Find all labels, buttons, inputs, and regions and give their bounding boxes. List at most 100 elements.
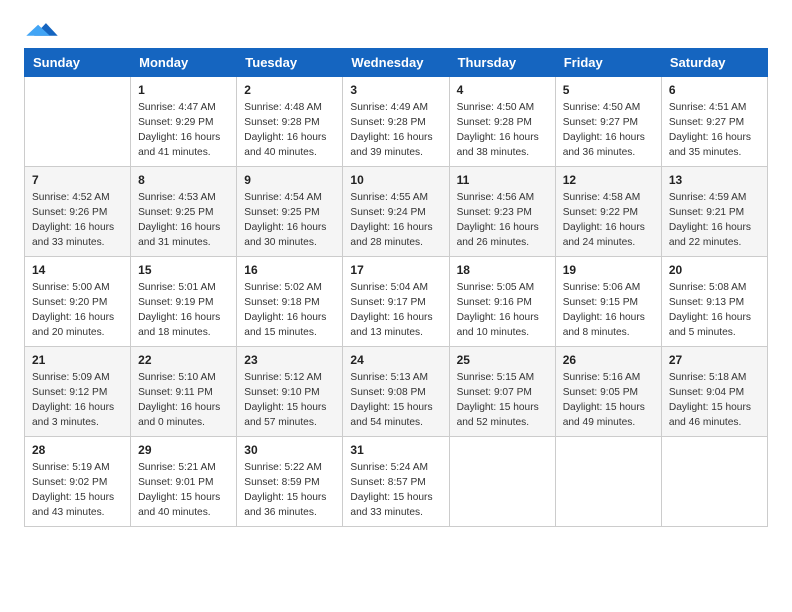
day-cell <box>555 437 661 527</box>
day-cell: 23Sunrise: 5:12 AMSunset: 9:10 PMDayligh… <box>237 347 343 437</box>
day-info: Sunrise: 4:50 AM <box>457 101 548 116</box>
day-info: Sunset: 9:04 PM <box>669 386 760 401</box>
day-info: Sunrise: 4:48 AM <box>244 101 335 116</box>
day-cell: 10Sunrise: 4:55 AMSunset: 9:24 PMDayligh… <box>343 167 449 257</box>
day-number: 3 <box>350 82 441 99</box>
day-info: and 24 minutes. <box>563 236 654 251</box>
day-info: Sunrise: 4:54 AM <box>244 191 335 206</box>
day-header-wednesday: Wednesday <box>343 49 449 77</box>
day-cell: 9 Sunrise: 4:54 AMSunset: 9:25 PMDaylight… <box>237 167 343 257</box>
day-cell: 27Sunrise: 5:18 AMSunset: 9:04 PMDayligh… <box>661 347 767 437</box>
day-info: and 15 minutes. <box>244 326 335 341</box>
day-info: Sunrise: 5:22 AM <box>244 461 335 476</box>
day-cell: 28Sunrise: 5:19 AMSunset: 9:02 PMDayligh… <box>25 437 131 527</box>
day-info: Daylight: 16 hours <box>563 221 654 236</box>
day-info: Daylight: 15 hours <box>32 491 123 506</box>
day-cell: 5Sunrise: 4:50 AMSunset: 9:27 PMDaylight… <box>555 77 661 167</box>
day-cell: 2Sunrise: 4:48 AMSunset: 9:28 PMDaylight… <box>237 77 343 167</box>
day-info: Daylight: 16 hours <box>669 221 760 236</box>
day-info: Sunset: 8:57 PM <box>350 476 441 491</box>
day-cell: 21Sunrise: 5:09 AMSunset: 9:12 PMDayligh… <box>25 347 131 437</box>
day-info: Sunset: 9:23 PM <box>457 206 548 221</box>
day-cell: 8Sunrise: 4:53 AMSunset: 9:25 PMDaylight… <box>131 167 237 257</box>
day-cell: 22Sunrise: 5:10 AMSunset: 9:11 PMDayligh… <box>131 347 237 437</box>
day-info: Sunrise: 5:21 AM <box>138 461 229 476</box>
day-info: and 39 minutes. <box>350 146 441 161</box>
day-info: and 28 minutes. <box>350 236 441 251</box>
day-info: Sunrise: 5:10 AM <box>138 371 229 386</box>
day-cell: 24Sunrise: 5:13 AMSunset: 9:08 PMDayligh… <box>343 347 449 437</box>
day-info: and 40 minutes. <box>244 146 335 161</box>
day-info: Sunset: 9:25 PM <box>244 206 335 221</box>
day-cell: 13 Sunrise: 4:59 AMSunset: 9:21 PMDayligh… <box>661 167 767 257</box>
day-info: and 0 minutes. <box>138 416 229 431</box>
day-info: Sunrise: 5:13 AM <box>350 371 441 386</box>
day-cell <box>25 77 131 167</box>
day-info: Daylight: 15 hours <box>457 401 548 416</box>
day-info: and 8 minutes. <box>563 326 654 341</box>
day-info: Sunrise: 5:02 AM <box>244 281 335 296</box>
day-cell: 4Sunrise: 4:50 AMSunset: 9:28 PMDaylight… <box>449 77 555 167</box>
day-info: and 18 minutes. <box>138 326 229 341</box>
day-info: Sunrise: 5:00 AM <box>32 281 123 296</box>
day-info: Sunrise: 5:12 AM <box>244 371 335 386</box>
day-header-saturday: Saturday <box>661 49 767 77</box>
day-info: Daylight: 16 hours <box>457 311 548 326</box>
day-info: Daylight: 16 hours <box>138 221 229 236</box>
week-row-2: 7Sunrise: 4:52 AMSunset: 9:26 PMDaylight… <box>25 167 768 257</box>
day-info: Sunset: 9:28 PM <box>457 116 548 131</box>
day-info: Daylight: 16 hours <box>350 221 441 236</box>
day-info: and 26 minutes. <box>457 236 548 251</box>
day-number: 28 <box>32 442 123 459</box>
day-info: Daylight: 16 hours <box>244 131 335 146</box>
day-number: 23 <box>244 352 335 369</box>
day-info: Sunset: 9:25 PM <box>138 206 229 221</box>
day-info: Daylight: 16 hours <box>244 221 335 236</box>
week-row-5: 28Sunrise: 5:19 AMSunset: 9:02 PMDayligh… <box>25 437 768 527</box>
day-info: Sunrise: 4:52 AM <box>32 191 123 206</box>
day-info: Sunset: 9:21 PM <box>669 206 760 221</box>
day-info: Sunrise: 5:06 AM <box>563 281 654 296</box>
day-cell: 31Sunrise: 5:24 AMSunset: 8:57 PMDayligh… <box>343 437 449 527</box>
day-info: Daylight: 16 hours <box>138 401 229 416</box>
day-info: Sunrise: 4:59 AM <box>669 191 760 206</box>
day-info: and 43 minutes. <box>32 506 123 521</box>
day-header-thursday: Thursday <box>449 49 555 77</box>
day-number: 9 <box>244 172 335 189</box>
day-number: 22 <box>138 352 229 369</box>
day-info: Daylight: 16 hours <box>32 221 123 236</box>
day-info: Sunset: 9:27 PM <box>563 116 654 131</box>
day-info: Sunset: 9:29 PM <box>138 116 229 131</box>
day-info: and 52 minutes. <box>457 416 548 431</box>
day-info: Sunset: 9:16 PM <box>457 296 548 311</box>
day-info: Sunrise: 4:51 AM <box>669 101 760 116</box>
day-info: Daylight: 16 hours <box>563 311 654 326</box>
day-info: Daylight: 16 hours <box>244 311 335 326</box>
day-number: 21 <box>32 352 123 369</box>
day-cell <box>449 437 555 527</box>
day-info: Daylight: 16 hours <box>563 131 654 146</box>
day-info: Sunrise: 5:15 AM <box>457 371 548 386</box>
day-number: 17 <box>350 262 441 279</box>
day-number: 30 <box>244 442 335 459</box>
day-number: 13 <box>669 172 760 189</box>
logo <box>24 20 58 42</box>
day-info: and 30 minutes. <box>244 236 335 251</box>
header <box>24 20 768 42</box>
day-cell: 11Sunrise: 4:56 AMSunset: 9:23 PMDayligh… <box>449 167 555 257</box>
day-number: 2 <box>244 82 335 99</box>
day-info: and 10 minutes. <box>457 326 548 341</box>
day-cell: 19Sunrise: 5:06 AMSunset: 9:15 PMDayligh… <box>555 257 661 347</box>
day-info: and 33 minutes. <box>350 506 441 521</box>
day-info: Daylight: 16 hours <box>350 311 441 326</box>
day-number: 11 <box>457 172 548 189</box>
day-number: 18 <box>457 262 548 279</box>
day-number: 20 <box>669 262 760 279</box>
day-info: Daylight: 16 hours <box>32 311 123 326</box>
day-info: Sunset: 8:59 PM <box>244 476 335 491</box>
day-cell: 7Sunrise: 4:52 AMSunset: 9:26 PMDaylight… <box>25 167 131 257</box>
day-info: and 20 minutes. <box>32 326 123 341</box>
day-info: and 46 minutes. <box>669 416 760 431</box>
day-info: Sunset: 9:12 PM <box>32 386 123 401</box>
day-info: Daylight: 15 hours <box>350 401 441 416</box>
